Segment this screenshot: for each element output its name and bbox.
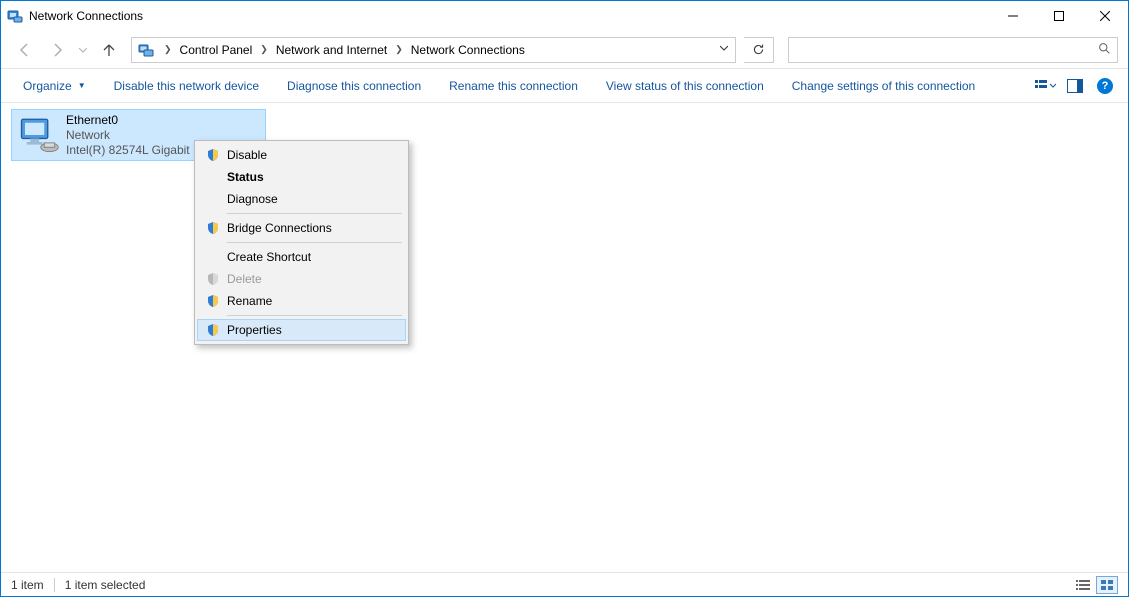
shield-icon (203, 221, 223, 235)
breadcrumb-item[interactable]: Control Panel (178, 43, 255, 57)
status-item-count: 1 item (11, 578, 44, 592)
organize-button[interactable]: Organize ▼ (9, 69, 100, 102)
preview-pane-button[interactable] (1060, 69, 1090, 102)
ctx-bridge[interactable]: Bridge Connections (197, 217, 406, 239)
ctx-disable-label: Disable (227, 148, 396, 162)
ctx-properties-label: Properties (227, 323, 396, 337)
breadcrumb[interactable]: ❯ Control Panel ❯ Network and Internet ❯… (131, 37, 736, 63)
shield-icon (203, 294, 223, 308)
separator (227, 213, 402, 214)
adapter-device: Intel(R) 82574L Gigabit N (66, 143, 202, 158)
disable-device-button[interactable]: Disable this network device (100, 69, 273, 102)
large-icons-view-button[interactable] (1096, 576, 1118, 594)
shield-icon (203, 323, 223, 337)
adapter-text: Ethernet0 Network Intel(R) 82574L Gigabi… (66, 113, 202, 158)
minimize-button[interactable] (990, 1, 1036, 31)
change-settings-button[interactable]: Change settings of this connection (778, 69, 989, 102)
breadcrumb-item[interactable]: Network and Internet (274, 43, 389, 57)
network-adapter-icon (18, 114, 60, 156)
maximize-button[interactable] (1036, 1, 1082, 31)
ctx-disable[interactable]: Disable (197, 144, 406, 166)
breadcrumb-item[interactable]: Network Connections (409, 43, 527, 57)
ctx-diagnose-label: Diagnose (227, 192, 396, 206)
recent-locations-button[interactable] (75, 36, 91, 64)
ctx-create-shortcut[interactable]: Create Shortcut (197, 246, 406, 268)
diagnose-connection-button[interactable]: Diagnose this connection (273, 69, 435, 102)
rename-connection-button[interactable]: Rename this connection (435, 69, 592, 102)
up-button[interactable] (95, 36, 123, 64)
window-title: Network Connections (29, 9, 143, 23)
ctx-properties[interactable]: Properties (197, 319, 406, 341)
forward-button[interactable] (43, 36, 71, 64)
status-bar: 1 item 1 item selected (1, 572, 1128, 596)
ctx-diagnose[interactable]: Diagnose (197, 188, 406, 210)
details-view-button[interactable] (1072, 576, 1094, 594)
close-button[interactable] (1082, 1, 1128, 31)
refresh-button[interactable] (744, 37, 774, 63)
chevron-down-icon: ▼ (78, 81, 86, 90)
adapter-name: Ethernet0 (66, 113, 202, 128)
chevron-right-icon[interactable]: ❯ (158, 44, 178, 55)
separator (54, 578, 55, 592)
chevron-right-icon[interactable]: ❯ (389, 44, 409, 55)
ctx-bridge-label: Bridge Connections (227, 221, 396, 235)
shield-icon (203, 148, 223, 162)
titlebar: Network Connections (1, 1, 1128, 31)
view-status-button[interactable]: View status of this connection (592, 69, 778, 102)
adapter-status: Network (66, 128, 202, 143)
ctx-rename-label: Rename (227, 294, 396, 308)
back-button[interactable] (11, 36, 39, 64)
ctx-status[interactable]: Status (197, 166, 406, 188)
ctx-shortcut-label: Create Shortcut (227, 250, 396, 264)
help-button[interactable]: ? (1090, 69, 1120, 102)
content-area[interactable]: Ethernet0 Network Intel(R) 82574L Gigabi… (1, 103, 1128, 572)
shield-icon (203, 272, 223, 286)
search-input[interactable] (795, 38, 1098, 62)
window-controls (990, 1, 1128, 31)
address-bar: ❯ Control Panel ❯ Network and Internet ❯… (1, 31, 1128, 69)
search-icon[interactable] (1098, 42, 1111, 58)
ctx-delete-label: Delete (227, 272, 396, 286)
window: Network Connections (0, 0, 1129, 597)
ctx-rename[interactable]: Rename (197, 290, 406, 312)
breadcrumb-dropdown-button[interactable] (713, 44, 735, 55)
app-icon (7, 8, 23, 24)
command-bar: Organize ▼ Disable this network device D… (1, 69, 1128, 103)
status-selected-count: 1 item selected (65, 578, 146, 592)
help-icon: ? (1097, 78, 1113, 94)
breadcrumb-icon (138, 42, 154, 58)
ctx-delete: Delete (197, 268, 406, 290)
search-box[interactable] (788, 37, 1118, 63)
ctx-status-label: Status (227, 170, 396, 184)
organize-label: Organize (23, 79, 72, 93)
separator (227, 242, 402, 243)
context-menu: Disable Status Diagnose Bridge Connectio… (194, 140, 409, 345)
chevron-right-icon[interactable]: ❯ (254, 44, 274, 55)
view-options-button[interactable] (1030, 69, 1060, 102)
separator (227, 315, 402, 316)
